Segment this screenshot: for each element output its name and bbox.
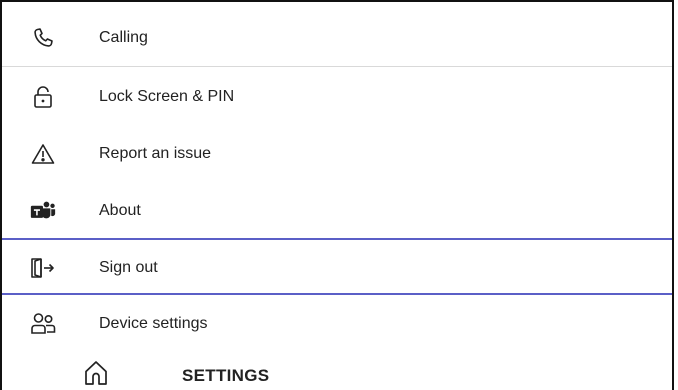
- home-icon[interactable]: [82, 359, 110, 387]
- bottom-navigation-bar: SETTINGS: [2, 347, 672, 390]
- warning-icon: [30, 141, 56, 167]
- sign-out-icon: [30, 255, 56, 281]
- lock-icon: [30, 84, 56, 110]
- teams-logo-icon: [30, 198, 56, 224]
- settings-screen: Calling Lock Screen & PIN Report an issu…: [0, 0, 674, 390]
- divider: [2, 66, 672, 67]
- menu-item-sign-out[interactable]: Sign out: [2, 240, 672, 296]
- page-title: SETTINGS: [182, 366, 270, 385]
- phone-icon: [30, 25, 56, 51]
- menu-item-lock-screen[interactable]: Lock Screen & PIN: [2, 69, 672, 125]
- people-icon: [30, 311, 56, 337]
- menu-item-label: Report an issue: [99, 145, 212, 162]
- menu-item-about[interactable]: About: [2, 183, 672, 239]
- menu-item-label: Device settings: [99, 315, 208, 332]
- menu-item-label: About: [99, 202, 141, 219]
- menu-item-report-issue[interactable]: Report an issue: [2, 126, 672, 182]
- menu-item-label: Sign out: [99, 259, 158, 276]
- menu-item-device-settings[interactable]: Device settings: [2, 296, 672, 352]
- menu-item-label: Calling: [99, 29, 148, 46]
- selection-border-bottom: [2, 293, 672, 295]
- menu-item-calling[interactable]: Calling: [2, 10, 672, 66]
- menu-item-label: Lock Screen & PIN: [99, 88, 235, 105]
